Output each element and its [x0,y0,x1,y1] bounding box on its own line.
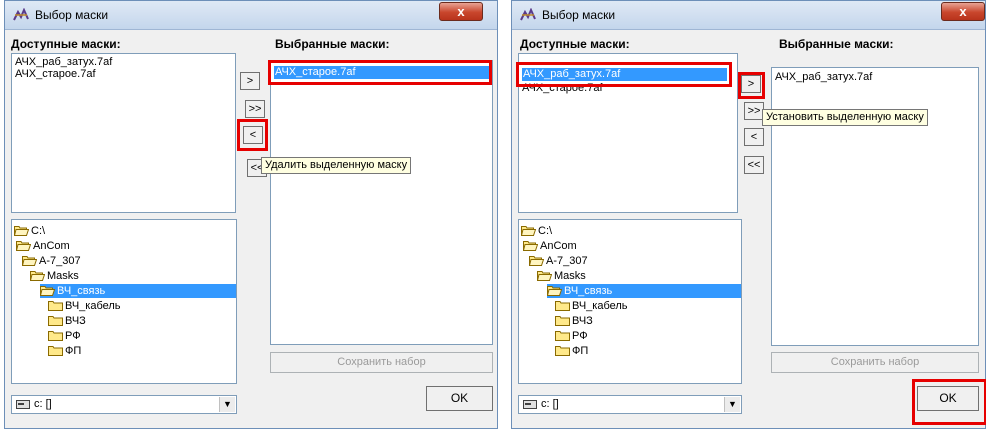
folder-open-icon [30,271,45,281]
folder-closed-icon [48,316,63,326]
highlight-add-button [738,72,765,99]
app-icon [520,8,536,21]
title-bar: Выбор маски x [5,1,497,30]
tree-item[interactable]: AnCom [523,239,577,253]
remove-mask-button[interactable]: < [744,128,764,146]
list-item[interactable]: АЧХ_раб_затух.7af [774,71,976,84]
selected-masks-list[interactable]: АЧХ_старое.7af [270,60,493,345]
folder-tree[interactable]: C:\ AnCom A-7_307 Masks ВЧ_связь ВЧ_кабе… [518,219,742,384]
tree-item[interactable]: ВЧЗ [48,314,86,328]
tree-item[interactable]: AnCom [16,239,70,253]
save-set-button[interactable]: Сохранить набор [270,352,493,373]
close-icon: x [959,4,967,19]
window-title: Выбор маски [35,8,109,22]
close-icon: x [457,4,465,19]
folder-open-icon [40,286,55,296]
selected-masks-label: Выбранные маски: [275,37,390,51]
tree-item[interactable]: Masks [537,269,586,283]
folder-open-icon [547,286,562,296]
folder-closed-icon [48,331,63,341]
drive-value: c: [] [34,398,52,410]
tree-item[interactable]: ВЧ_кабель [48,299,121,313]
tree-item[interactable]: A-7_307 [22,254,81,268]
ok-button[interactable]: OK [426,386,493,411]
drive-icon [16,400,30,409]
remove-all-button[interactable]: << [744,156,764,174]
mask-dialog-left: Выбор маски x Доступные маски: Выбранные… [4,0,498,429]
highlight-remove-button [237,119,268,151]
folder-open-icon [537,271,552,281]
list-item[interactable]: АЧХ_старое.7af [14,68,233,81]
folder-closed-icon [555,316,570,326]
tooltip: Удалить выделенную маску [261,157,412,174]
tree-item[interactable]: ФП [555,344,588,358]
tree-item[interactable]: Masks [30,269,79,283]
folder-closed-icon [555,331,570,341]
drive-icon [523,400,537,409]
save-set-button[interactable]: Сохранить набор [771,352,979,373]
highlight-selected-item [268,60,492,85]
folder-tree[interactable]: C:\ AnCom A-7_307 Masks ВЧ_связь ВЧ_кабе… [11,219,237,384]
dropdown-arrow-icon[interactable]: ▼ [724,397,740,412]
tree-item[interactable]: C:\ [521,224,552,238]
folder-open-icon [16,241,31,251]
drive-select[interactable]: c: [] ▼ [518,395,742,414]
add-all-button[interactable]: >> [744,102,764,120]
tree-item[interactable]: ВЧ_кабель [555,299,628,313]
folder-open-icon [14,226,29,236]
available-masks-label: Доступные маски: [11,37,121,51]
highlight-available-item [516,62,732,87]
add-mask-button[interactable]: > [240,72,260,90]
folder-open-icon [529,256,544,266]
drive-select[interactable]: c: [] ▼ [11,395,237,414]
available-masks-label: Доступные маски: [520,37,630,51]
selected-masks-label: Выбранные маски: [779,37,894,51]
folder-open-icon [521,226,536,236]
dropdown-arrow-icon[interactable]: ▼ [219,397,235,412]
tooltip: Установить выделенную маску [762,109,928,126]
tree-item[interactable]: РФ [555,329,588,343]
window-title: Выбор маски [542,8,616,22]
available-masks-list[interactable]: АЧХ_раб_затух.7af АЧХ_старое.7af [11,53,236,213]
tree-item[interactable]: A-7_307 [529,254,588,268]
drive-value: c: [] [541,398,559,410]
close-button[interactable]: x [941,2,985,21]
folder-closed-icon [48,346,63,356]
tree-item[interactable]: ВЧЗ [555,314,593,328]
tree-item-selected[interactable]: ВЧ_связь [40,284,236,298]
title-bar: Выбор маски x [512,1,985,30]
mask-dialog-right: Выбор маски x Доступные маски: Выбранные… [511,0,986,429]
tree-item[interactable]: ФП [48,344,81,358]
folder-open-icon [22,256,37,266]
folder-closed-icon [555,346,570,356]
folder-closed-icon [48,301,63,311]
highlight-ok-button [912,379,986,425]
app-icon [13,8,29,21]
folder-closed-icon [555,301,570,311]
tree-item-selected[interactable]: ВЧ_связь [547,284,741,298]
folder-open-icon [523,241,538,251]
add-all-button[interactable]: >> [245,100,265,118]
tree-item[interactable]: C:\ [14,224,45,238]
tree-item[interactable]: РФ [48,329,81,343]
close-button[interactable]: x [439,2,483,21]
